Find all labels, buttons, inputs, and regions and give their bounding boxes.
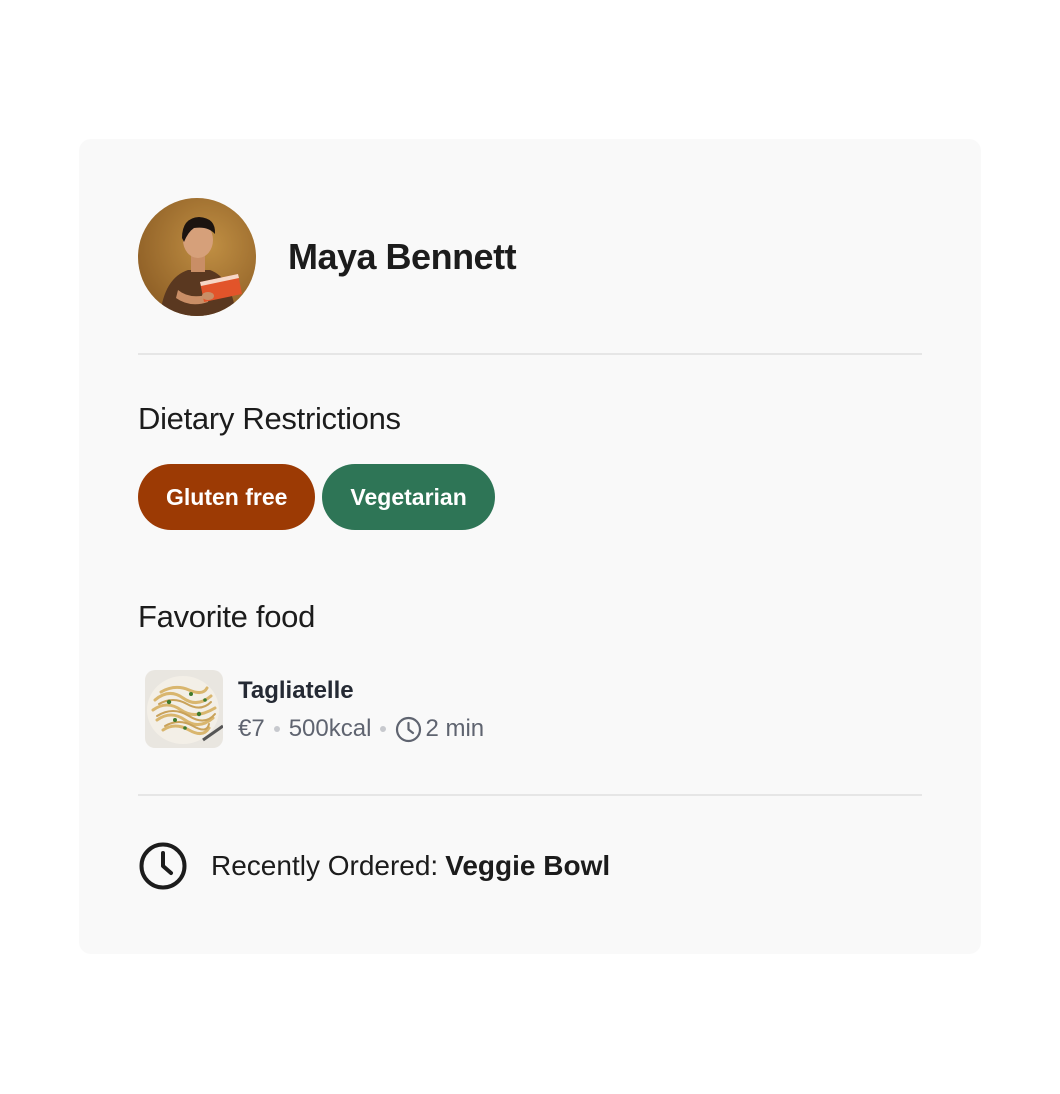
dietary-tags: Gluten free Vegetarian xyxy=(138,464,495,530)
tag-label: Gluten free xyxy=(166,483,288,510)
separator-dot xyxy=(273,726,280,732)
tag-gluten-free[interactable]: Gluten free xyxy=(138,464,316,530)
tag-vegetarian[interactable]: Vegetarian xyxy=(322,464,495,530)
food-time: 2 min xyxy=(425,715,485,742)
clock-icon xyxy=(138,841,188,891)
recently-ordered: Recently Ordered: Veggie Bowl xyxy=(138,841,610,891)
tag-label: Vegetarian xyxy=(350,483,467,510)
profile-name: Maya Bennett xyxy=(288,236,517,277)
recent-value: Veggie Bowl xyxy=(445,850,611,881)
food-info: Tagliatelle €7 500kcal 2 min xyxy=(238,675,484,743)
profile-header: Maya Bennett xyxy=(138,198,517,316)
food-meta: €7 500kcal 2 min xyxy=(238,715,484,743)
dietary-title: Dietary Restrictions xyxy=(138,401,401,436)
favorite-food-item[interactable]: Tagliatelle €7 500kcal 2 min xyxy=(145,670,484,748)
profile-card: Maya Bennett Dietary Restrictions Gluten… xyxy=(79,139,981,954)
food-thumbnail xyxy=(145,670,223,748)
avatar xyxy=(138,198,256,316)
food-name: Tagliatelle xyxy=(238,677,354,704)
food-price: €7 xyxy=(238,715,265,742)
separator-dot xyxy=(380,726,387,732)
clock-icon xyxy=(395,716,422,743)
recent-text: Recently Ordered: Veggie Bowl xyxy=(211,850,610,882)
recent-label: Recently Ordered: xyxy=(211,850,439,881)
divider xyxy=(138,353,922,355)
food-calories: 500kcal xyxy=(288,715,372,742)
favorite-title: Favorite food xyxy=(138,599,316,634)
divider xyxy=(138,794,922,796)
